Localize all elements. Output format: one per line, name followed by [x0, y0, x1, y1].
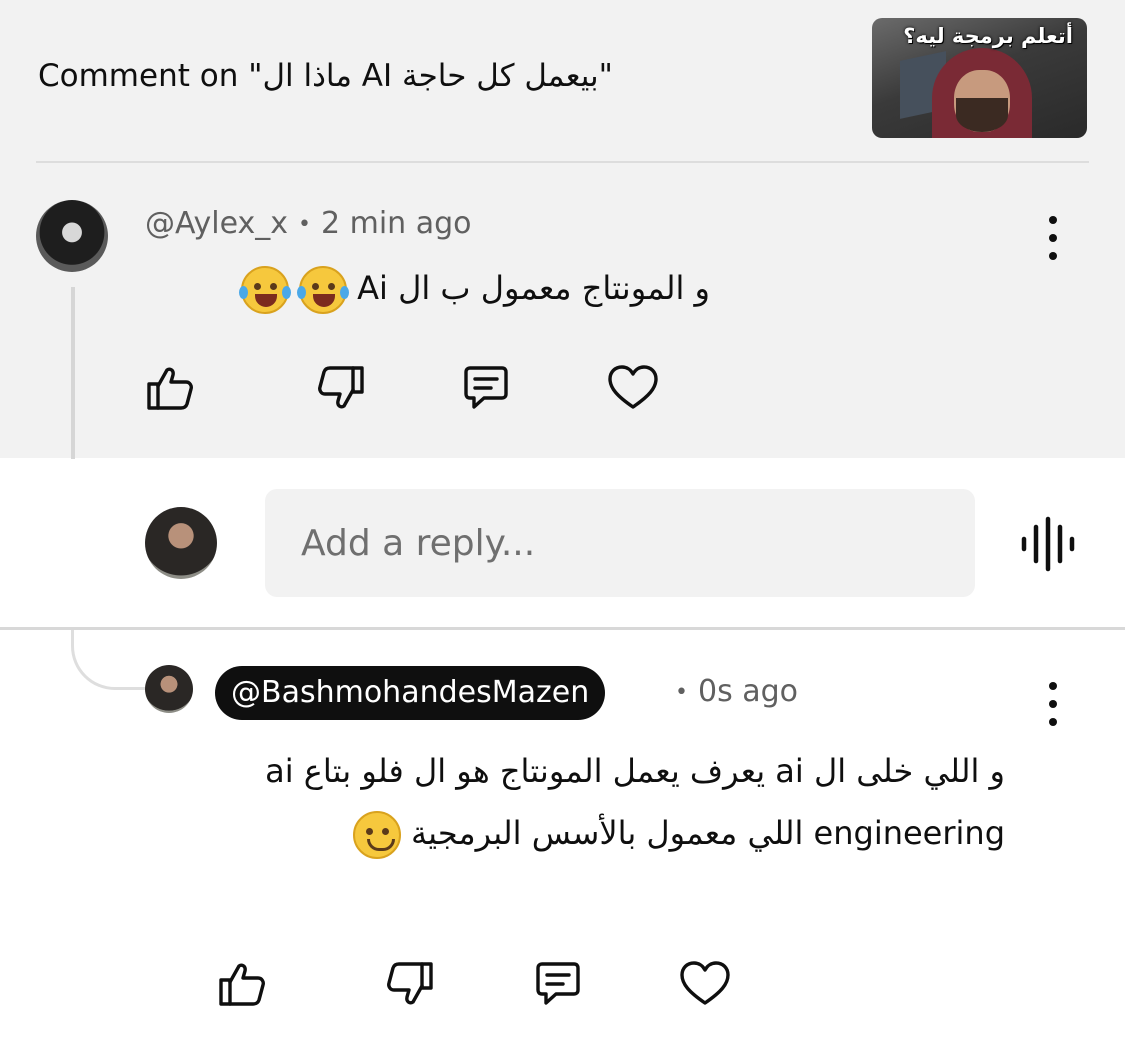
reply-meta: • 0s ago: [665, 674, 798, 709]
smiling-face-emoji-icon: [352, 811, 401, 859]
thumbnail-person-beard: [956, 98, 1008, 132]
current-user-avatar: [145, 507, 217, 579]
avatar[interactable]: [145, 665, 193, 713]
more-options-icon[interactable]: [1041, 682, 1065, 726]
divider: [0, 627, 1125, 630]
heart-icon[interactable]: [605, 360, 661, 416]
reply-icon[interactable]: [530, 956, 586, 1012]
voice-waveform-icon[interactable]: [1019, 515, 1077, 573]
thread-connector: [71, 630, 147, 690]
reply-text: و اللي خلى ال ai يعرف يعمل المونتاج هو ا…: [215, 740, 1005, 864]
comment-author-handle[interactable]: @Aylex_x: [145, 206, 288, 241]
comment-on-title: Comment on "ماذا ال AI بيعمل كل حاجة": [38, 58, 613, 94]
more-options-icon[interactable]: [1041, 216, 1065, 260]
dislike-icon[interactable]: [313, 360, 369, 416]
reply-input-container[interactable]: [265, 489, 975, 597]
separator-dot: •: [298, 212, 311, 237]
reply-input[interactable]: [301, 489, 951, 597]
comment-meta: @Aylex_x • 2 min ago: [145, 206, 472, 241]
avatar[interactable]: [36, 200, 108, 272]
like-icon[interactable]: [142, 360, 198, 416]
heart-icon[interactable]: [677, 956, 733, 1012]
comment-text: و المونتاج معمول ب ال Ai: [145, 266, 710, 314]
like-icon[interactable]: [214, 956, 270, 1012]
comment-time: 2 min ago: [321, 206, 472, 241]
dislike-icon[interactable]: [382, 956, 438, 1012]
tears-of-joy-emoji-icon: [296, 266, 349, 314]
thread-line: [71, 287, 75, 459]
thumbnail-text: أتعلم برمجة ليه؟: [903, 24, 1073, 48]
reply-time: 0s ago: [697, 674, 799, 709]
reply-icon[interactable]: [458, 360, 514, 416]
reply-author-handle[interactable]: @BashmohandesMazen: [215, 666, 606, 720]
separator-dot: •: [675, 680, 688, 705]
tears-of-joy-emoji-icon: [238, 266, 291, 314]
comment-body: و المونتاج معمول ب ال Ai: [357, 269, 710, 307]
video-thumbnail[interactable]: أتعلم برمجة ليه؟: [872, 18, 1087, 138]
divider: [36, 161, 1089, 163]
